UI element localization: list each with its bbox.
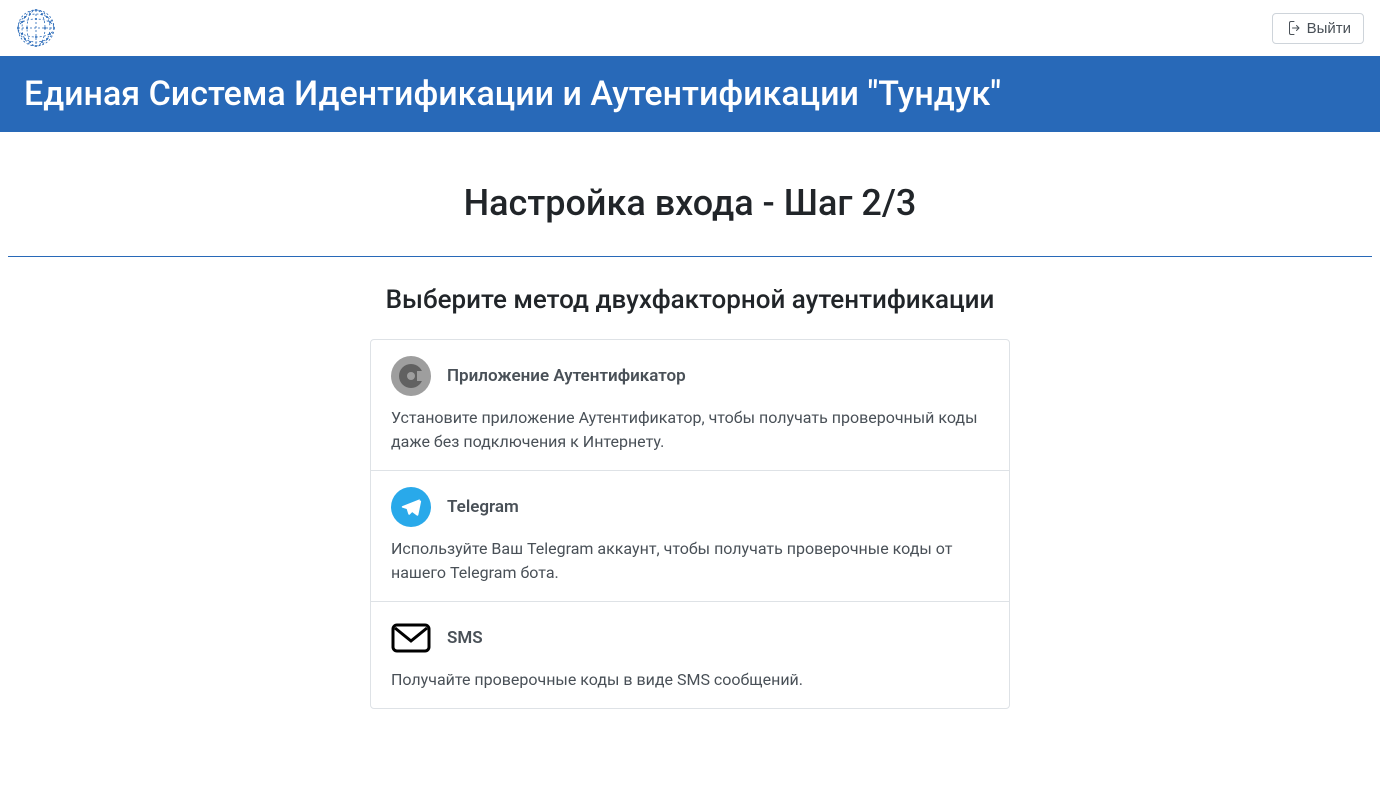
telegram-icon bbox=[391, 487, 431, 527]
divider bbox=[8, 256, 1372, 257]
method-telegram[interactable]: Telegram Используйте Ваш Telegram аккаун… bbox=[371, 471, 1009, 602]
method-header: Приложение Аутентификатор bbox=[391, 356, 989, 396]
method-header: SMS bbox=[391, 618, 989, 658]
method-title: Telegram bbox=[447, 497, 519, 517]
methods-list: Приложение Аутентификатор Установите при… bbox=[370, 339, 1010, 709]
method-description: Получайте проверочные коды в виде SMS со… bbox=[391, 668, 989, 692]
page-title: Единая Система Идентификации и Аутентифи… bbox=[24, 74, 1356, 114]
globe-logo-icon bbox=[16, 8, 56, 48]
content-area: Настройка входа - Шаг 2/3 Выберите метод… bbox=[0, 132, 1380, 729]
logo bbox=[16, 8, 56, 48]
step-title: Настройка входа - Шаг 2/3 bbox=[8, 182, 1372, 224]
envelope-icon bbox=[391, 618, 431, 658]
method-description: Установите приложение Аутентификатор, чт… bbox=[391, 406, 989, 454]
method-description: Используйте Ваш Telegram аккаунт, чтобы … bbox=[391, 537, 989, 585]
method-title: SMS bbox=[447, 628, 483, 648]
logout-label: Выйти bbox=[1307, 20, 1351, 37]
logout-icon bbox=[1285, 20, 1301, 36]
logout-button[interactable]: Выйти bbox=[1272, 13, 1364, 44]
subtitle: Выберите метод двухфакторной аутентифика… bbox=[8, 285, 1372, 315]
header-banner: Единая Система Идентификации и Аутентифи… bbox=[0, 56, 1380, 132]
method-title: Приложение Аутентификатор bbox=[447, 366, 686, 386]
method-sms[interactable]: SMS Получайте проверочные коды в виде SM… bbox=[371, 602, 1009, 708]
authenticator-icon bbox=[391, 356, 431, 396]
method-authenticator[interactable]: Приложение Аутентификатор Установите при… bbox=[371, 340, 1009, 471]
method-header: Telegram bbox=[391, 487, 989, 527]
top-bar: Выйти bbox=[0, 0, 1380, 56]
